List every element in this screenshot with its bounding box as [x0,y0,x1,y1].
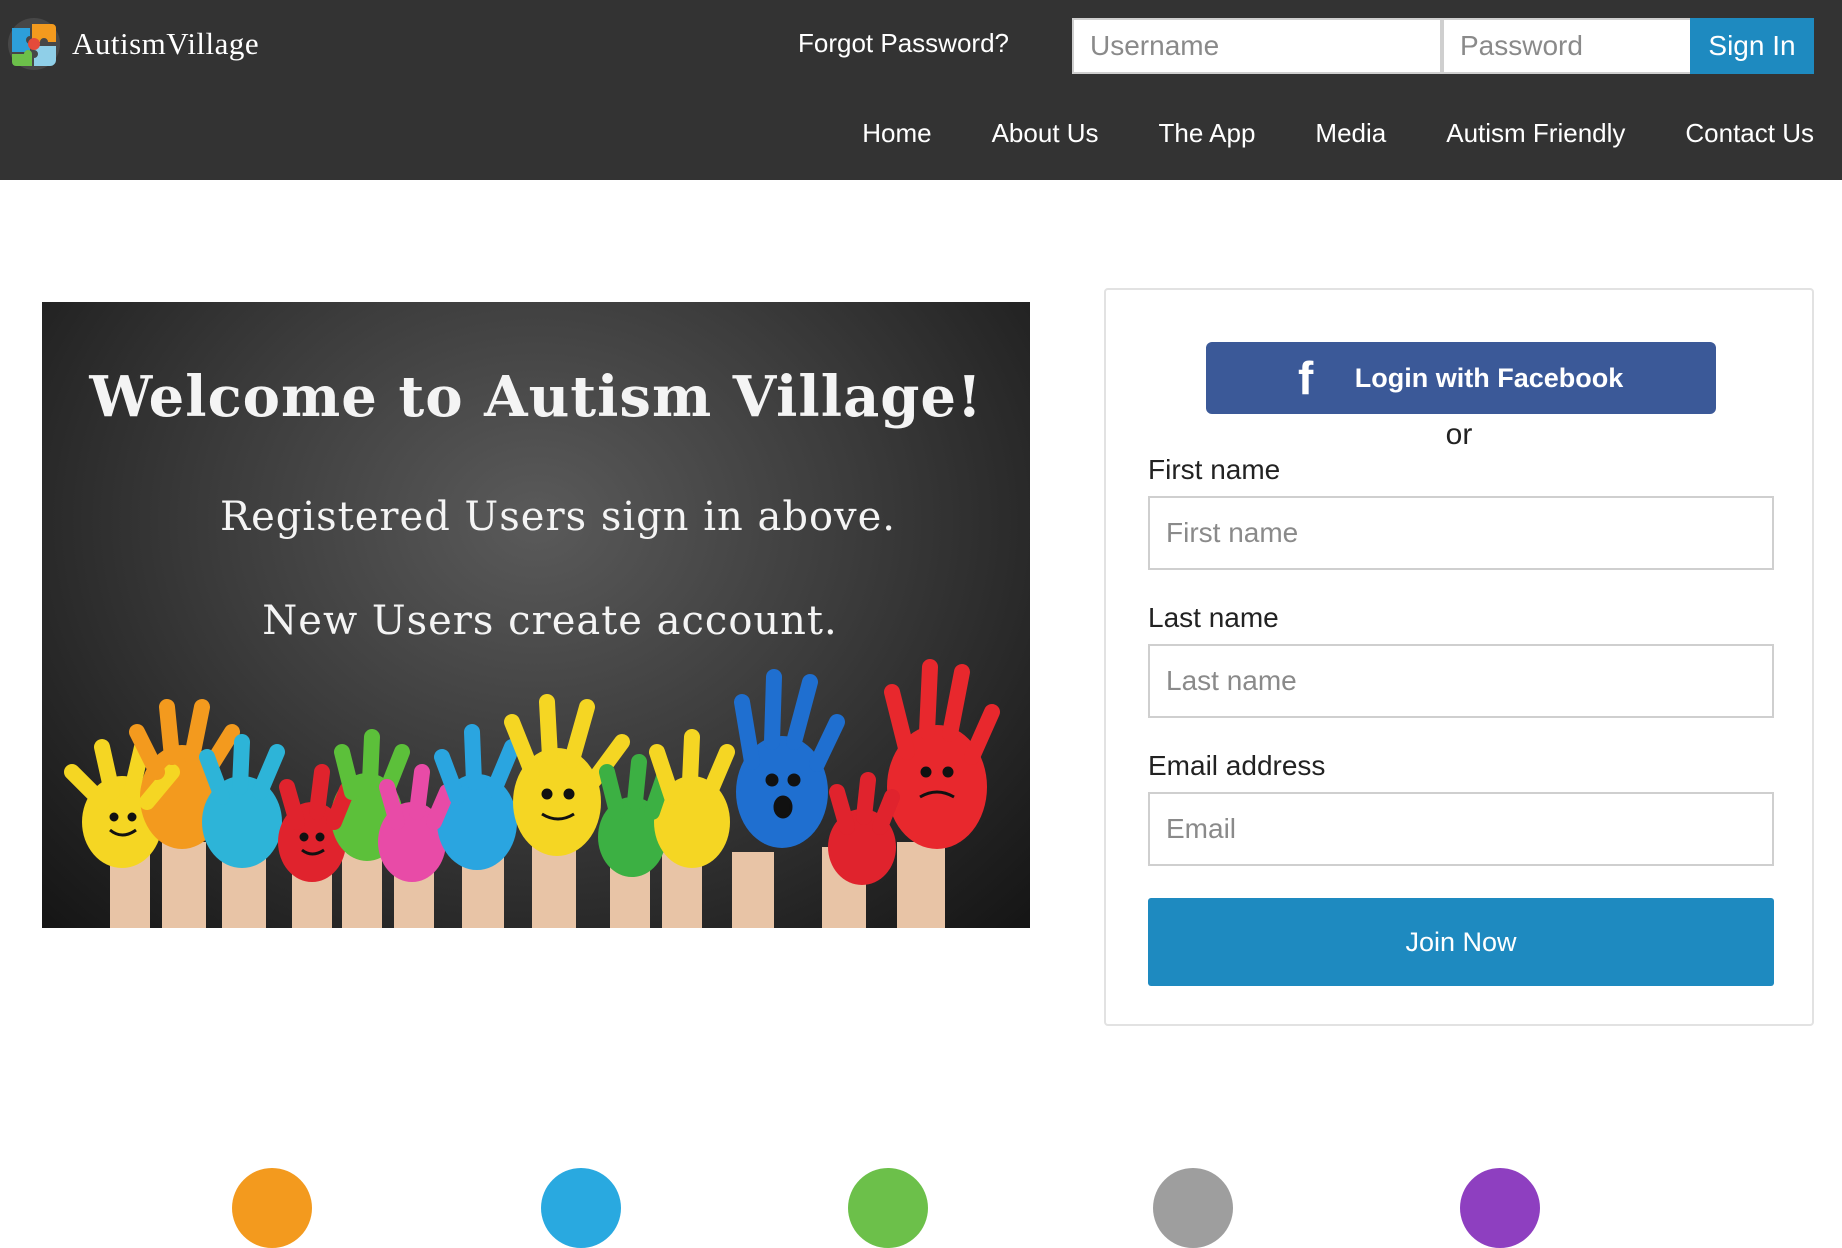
feature-circle-blue[interactable] [541,1168,621,1248]
first-name-label: First name [1148,454,1281,485]
nav-item-home[interactable]: Home [862,118,931,149]
last-name-label: Last name [1148,602,1279,633]
feature-circle-gray[interactable] [1153,1168,1233,1248]
first-name-input[interactable] [1148,496,1774,570]
nav-item-about-us[interactable]: About Us [992,118,1099,149]
facebook-f-icon: f [1298,352,1314,404]
nav-item-autism-friendly[interactable]: Autism Friendly [1446,118,1625,149]
facebook-login-button[interactable]: f Login with Facebook [1206,342,1716,414]
feature-circle-green[interactable] [848,1168,928,1248]
feature-circle-purple[interactable] [1460,1168,1540,1248]
password-input[interactable] [1442,18,1692,74]
site-header: AutismVillage Forgot Password? Sign In H… [0,0,1842,180]
site-logo[interactable]: AutismVillage [0,10,262,78]
signup-card: f Login with Facebook or First name Last… [1104,288,1814,1026]
main-nav: Home About Us The App Media Autism Frien… [862,118,1814,149]
forgot-password-link[interactable]: Forgot Password? [798,28,1009,59]
nav-item-the-app[interactable]: The App [1159,118,1256,149]
feature-circle-orange[interactable] [232,1168,312,1248]
puzzle-globe-icon [4,14,64,74]
join-now-button[interactable]: Join Now [1148,898,1774,986]
nav-item-media[interactable]: Media [1315,118,1386,149]
or-separator: or [1445,418,1473,451]
email-label: Email address [1148,750,1326,781]
facebook-login-label: Login with Facebook [1354,362,1624,393]
sign-in-button[interactable]: Sign In [1690,18,1814,74]
last-name-input[interactable] [1148,644,1774,718]
painted-hands-illustration [64,659,1000,928]
hero-chalkboard-image: Welcome to Autism Village! Registered Us… [42,302,1030,928]
brand-name: AutismVillage [72,26,260,61]
email-input[interactable] [1148,792,1774,866]
nav-item-contact-us[interactable]: Contact Us [1685,118,1814,149]
username-input[interactable] [1072,18,1442,74]
